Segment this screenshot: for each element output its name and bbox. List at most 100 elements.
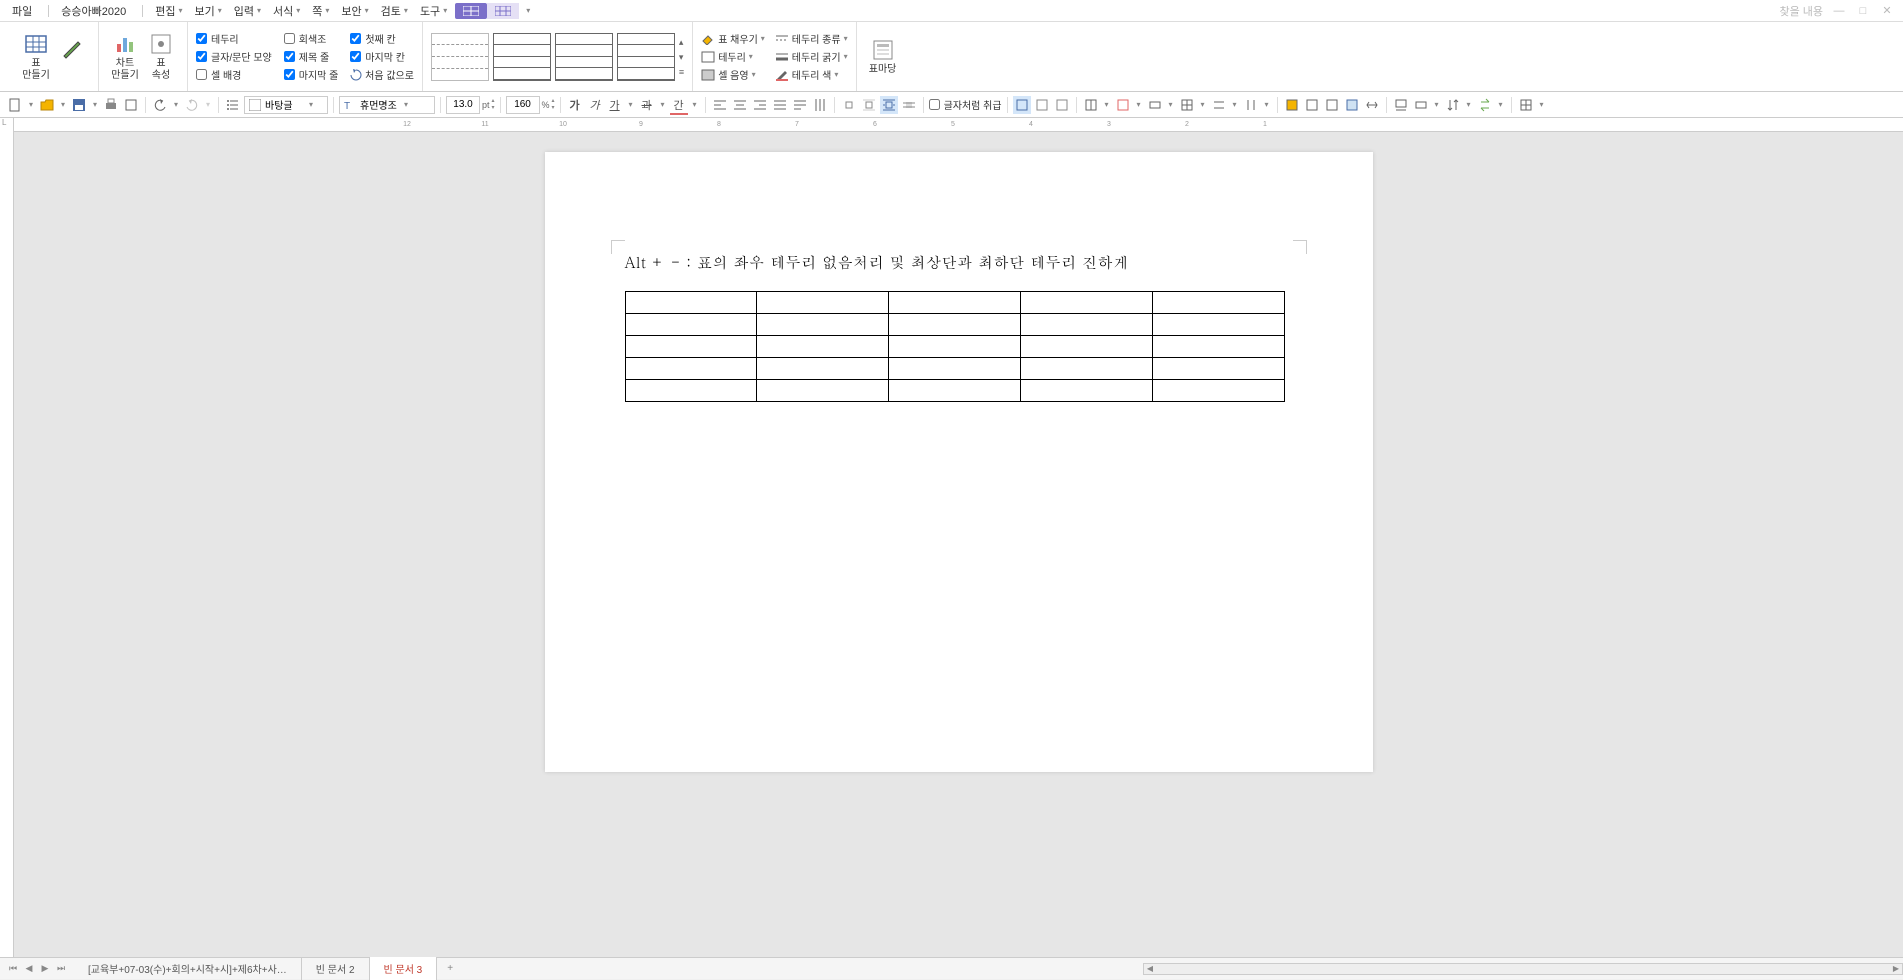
cell-range-dropdown[interactable]: ▾ — [1537, 96, 1547, 114]
check-last-col[interactable]: 마지막 칸 — [350, 49, 414, 64]
doc-tab-1[interactable]: [교육부+07-03(수)+회의+시작+시]+제6차+사… — [74, 957, 302, 980]
bold-button[interactable]: 가 — [566, 96, 584, 114]
size-down[interactable]: ▾ — [492, 105, 495, 112]
distribute-rows-button[interactable] — [1210, 96, 1228, 114]
insert-col-left-button[interactable] — [1082, 96, 1100, 114]
table-row[interactable] — [625, 336, 1284, 358]
convert-button[interactable] — [1476, 96, 1494, 114]
reset-default-button[interactable]: 처음 값으로 — [350, 67, 414, 82]
window-maximize[interactable]: □ — [1855, 3, 1871, 19]
font-combo[interactable]: T휴먼명조▾ — [339, 96, 435, 114]
table-style-4[interactable] — [617, 33, 675, 81]
strikethrough-button[interactable]: 과 — [638, 96, 656, 114]
delete-col-button[interactable] — [1114, 96, 1132, 114]
split-cells-button[interactable] — [1178, 96, 1196, 114]
cell-range-button[interactable] — [1517, 96, 1535, 114]
create-chart-button[interactable]: 차트만들기 — [107, 27, 143, 87]
border-type-button[interactable]: 테두리 종류▾ — [775, 31, 848, 46]
align-right-button[interactable] — [751, 96, 769, 114]
align-distribute-button[interactable] — [791, 96, 809, 114]
table-template-button[interactable]: 표마당 — [865, 27, 901, 87]
delete-col-dropdown[interactable]: ▾ — [1134, 96, 1144, 114]
table-fill-button[interactable]: 표 채우기▾ — [701, 31, 765, 46]
horizontal-scrollbar[interactable]: ◀ ▶ — [1143, 963, 1903, 975]
zoom-down[interactable]: ▾ — [552, 105, 555, 112]
table-border-button[interactable]: 테두리▾ — [701, 49, 765, 64]
menu-input[interactable]: 입력▾ — [230, 1, 265, 21]
strike-dropdown[interactable]: ▾ — [658, 96, 668, 114]
size-up[interactable]: ▴ — [492, 98, 495, 105]
document-table[interactable] — [625, 291, 1285, 402]
table-style-1[interactable] — [431, 33, 489, 81]
tab-next-button[interactable]: ▶ — [38, 962, 52, 976]
wrap-opt1-button[interactable] — [1013, 96, 1031, 114]
border-weight-button[interactable]: 테두리 굵기▾ — [775, 49, 848, 64]
check-cell-bg[interactable]: 셀 배경 — [196, 67, 272, 82]
search-placeholder[interactable]: 찾을 내용 — [1779, 3, 1823, 19]
cell-width-button[interactable] — [1303, 96, 1321, 114]
wrap-opt2-button[interactable] — [1033, 96, 1051, 114]
scroll-right-button[interactable]: ▶ — [1890, 964, 1902, 974]
table-properties-button[interactable]: 표속성 — [143, 27, 179, 87]
style-prev[interactable]: ▴ — [679, 37, 684, 48]
menu-view[interactable]: 보기▾ — [190, 1, 225, 21]
check-border[interactable]: 테두리 — [196, 31, 272, 46]
select-cell-button[interactable] — [1343, 96, 1361, 114]
check-last-row[interactable]: 마지막 줄 — [284, 67, 339, 82]
dist-cols-dropdown[interactable]: ▾ — [1262, 96, 1272, 114]
wrap-behind-button[interactable] — [900, 96, 918, 114]
menu-page[interactable]: 쪽▾ — [308, 1, 333, 21]
split-dropdown[interactable]: ▾ — [1198, 96, 1208, 114]
font-color-button[interactable]: 간 — [670, 96, 688, 114]
document-page[interactable]: Alt + - : 표의 좌우 테두리 없음처리 및 최상단과 최하단 테두리 … — [545, 152, 1373, 772]
style-more[interactable]: ≡ — [679, 67, 684, 77]
style-combo[interactable]: 바탕글▾ — [244, 96, 328, 114]
menu-format[interactable]: 서식▾ — [269, 1, 304, 21]
caption-button[interactable] — [1392, 96, 1410, 114]
list-button[interactable] — [224, 96, 242, 114]
table-style-2[interactable] — [493, 33, 551, 81]
dist-rows-dropdown[interactable]: ▾ — [1230, 96, 1240, 114]
formula-button[interactable] — [1412, 96, 1430, 114]
formula-dropdown[interactable]: ▾ — [1432, 96, 1442, 114]
italic-button[interactable]: 가 — [586, 96, 604, 114]
menu-tools[interactable]: 도구▾ — [416, 1, 451, 21]
border-color-button[interactable]: 테두리 색▾ — [775, 67, 848, 82]
merge-dropdown[interactable]: ▾ — [1166, 96, 1176, 114]
align-justify-button[interactable] — [771, 96, 789, 114]
redo-button[interactable] — [183, 96, 201, 114]
table-style-3[interactable] — [555, 33, 613, 81]
wrap-tight-button[interactable] — [880, 96, 898, 114]
doc-tab-2[interactable]: 빈 문서 2 — [302, 957, 370, 980]
ribbon-tab-dropdown[interactable]: ▾ — [519, 4, 534, 17]
tab-last-button[interactable]: ⏭ — [54, 962, 68, 976]
menu-edit[interactable]: 편집▾ — [151, 1, 186, 21]
underline-button[interactable]: 가 — [606, 96, 624, 114]
preview-button[interactable] — [122, 96, 140, 114]
table-row[interactable] — [625, 380, 1284, 402]
window-minimize[interactable]: — — [1831, 3, 1847, 19]
create-table-button[interactable]: 표만들기 — [18, 27, 54, 87]
distribute-cols-button[interactable] — [1242, 96, 1260, 114]
autofit-button[interactable] — [1363, 96, 1381, 114]
undo-dropdown[interactable]: ▾ — [171, 96, 181, 114]
wrap-opt3-button[interactable] — [1053, 96, 1071, 114]
align-vdist-button[interactable] — [811, 96, 829, 114]
merge-cells-button[interactable] — [1146, 96, 1164, 114]
menu-security[interactable]: 보안▾ — [337, 1, 372, 21]
convert-dropdown[interactable]: ▾ — [1496, 96, 1506, 114]
redo-dropdown[interactable]: ▾ — [203, 96, 213, 114]
undo-button[interactable] — [151, 96, 169, 114]
menu-file[interactable]: 파일 — [8, 1, 36, 21]
cell-height-button[interactable] — [1323, 96, 1341, 114]
cell-shading-button[interactable]: 셀 음영▾ — [701, 67, 765, 82]
save-button[interactable] — [70, 96, 88, 114]
wrap-none-button[interactable] — [840, 96, 858, 114]
zoom-input[interactable]: %▴▾ — [506, 96, 555, 114]
table-row[interactable] — [625, 314, 1284, 336]
check-font-para[interactable]: 글자/문단 모양 — [196, 49, 272, 64]
tab-first-button[interactable]: ⏮ — [6, 962, 20, 976]
open-dropdown[interactable]: ▾ — [58, 96, 68, 114]
table-row[interactable] — [625, 358, 1284, 380]
tab-prev-button[interactable]: ◀ — [22, 962, 36, 976]
